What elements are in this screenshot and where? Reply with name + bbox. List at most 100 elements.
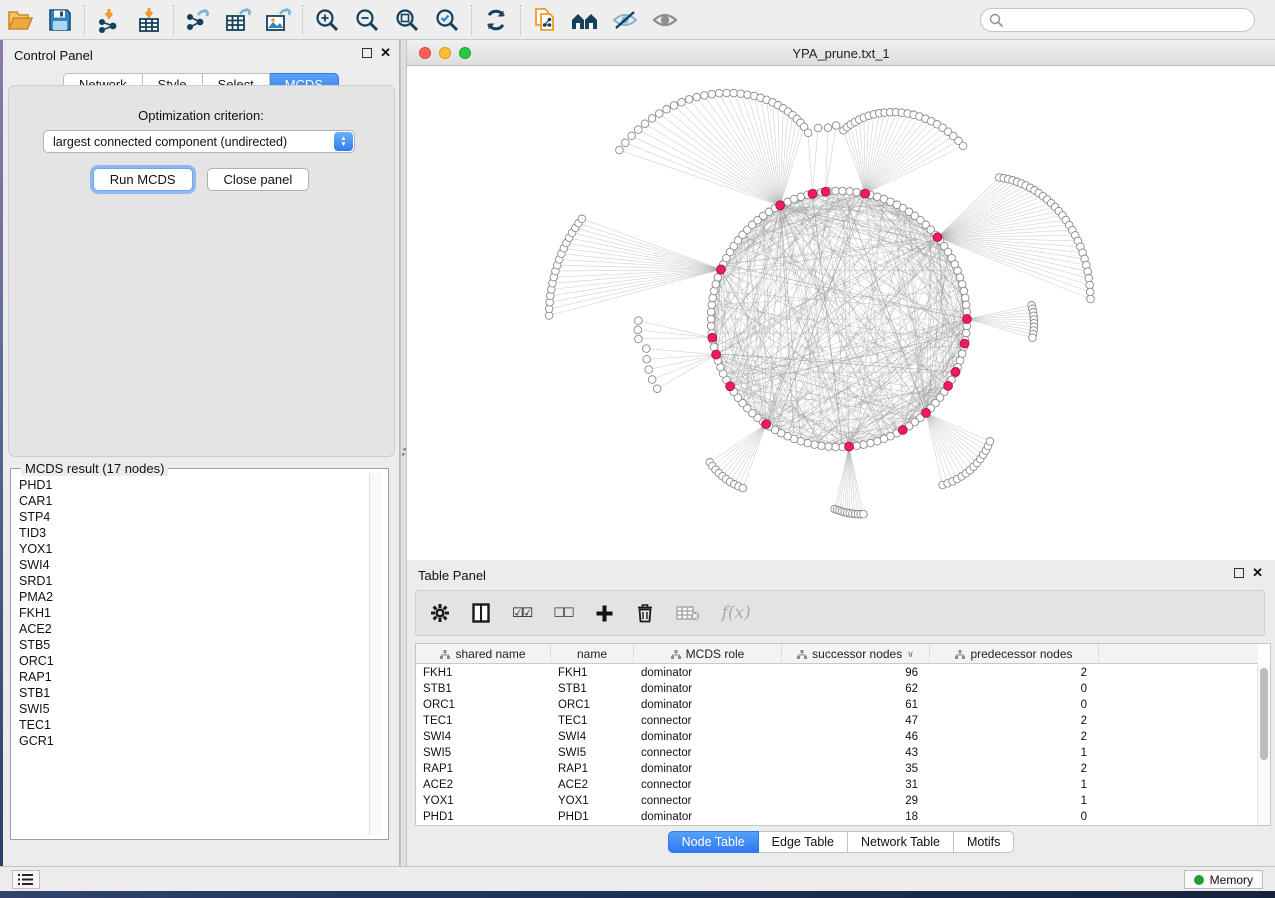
graph-leaf-node[interactable]	[715, 90, 723, 98]
graph-leaf-node[interactable]	[824, 124, 832, 132]
table-row[interactable]: ACE2ACE2connector311	[416, 777, 1258, 793]
table-row[interactable]: SWI4SWI4dominator462	[416, 729, 1258, 745]
graph-hub-node[interactable]	[821, 187, 830, 196]
select-all-rows-icon[interactable]: ☑☑	[512, 605, 531, 621]
close-panel-icon[interactable]: ✕	[380, 48, 391, 58]
mcds-result-item[interactable]: ACE2	[12, 621, 374, 637]
mcds-result-item[interactable]: GCR1	[12, 733, 374, 749]
graph-node[interactable]	[853, 442, 861, 450]
zoom-out-icon[interactable]	[347, 3, 387, 37]
show-log-button[interactable]	[12, 870, 40, 889]
mcds-result-item[interactable]: STB1	[12, 685, 374, 701]
table-row[interactable]: FKH1FKH1dominator962	[416, 665, 1258, 681]
graph-leaf-node[interactable]	[685, 96, 693, 104]
column-header-successor-nodes[interactable]: successor nodes∨	[782, 644, 930, 664]
graph-leaf-node[interactable]	[643, 345, 651, 353]
graph-node[interactable]	[707, 322, 715, 330]
graph-hub-node[interactable]	[944, 382, 953, 391]
column-header-MCDS-role[interactable]: MCDS role	[634, 644, 782, 664]
graph-node[interactable]	[825, 443, 833, 451]
graph-leaf-node[interactable]	[1086, 281, 1094, 289]
graph-leaf-node[interactable]	[648, 376, 656, 384]
function-builder-icon[interactable]: f(x)	[722, 603, 751, 623]
graph-leaf-node[interactable]	[1087, 295, 1095, 303]
export-table-icon[interactable]	[218, 3, 258, 37]
criterion-select[interactable]: largest connected component (undirected)…	[43, 130, 355, 153]
table-row[interactable]: RAP1RAP1dominator352	[416, 761, 1258, 777]
graph-node[interactable]	[962, 329, 970, 337]
graph-leaf-node[interactable]	[622, 139, 630, 147]
column-header-name[interactable]: name	[551, 644, 634, 664]
graph-hub-node[interactable]	[922, 409, 931, 418]
graph-leaf-node[interactable]	[693, 93, 701, 101]
graph-node[interactable]	[832, 443, 840, 451]
graph-hub-node[interactable]	[708, 333, 717, 342]
graph-hub-node[interactable]	[861, 189, 870, 198]
float-table-panel-icon[interactable]	[1234, 568, 1244, 578]
mcds-result-scrollbar[interactable]	[369, 473, 382, 835]
close-panel-button[interactable]: Close panel	[207, 168, 310, 191]
graph-leaf-node[interactable]	[634, 126, 642, 134]
save-session-icon[interactable]	[40, 3, 80, 37]
add-column-icon[interactable]	[595, 604, 614, 623]
float-panel-icon[interactable]	[362, 48, 372, 58]
clone-network-icon[interactable]	[525, 3, 565, 37]
graph-hub-node[interactable]	[762, 420, 771, 429]
mcds-result-item[interactable]: RAP1	[12, 669, 374, 685]
mcds-result-item[interactable]: STP4	[12, 509, 374, 525]
refresh-icon[interactable]	[476, 3, 516, 37]
graph-hub-node[interactable]	[963, 315, 972, 324]
tab-edge-table[interactable]: Edge Table	[759, 831, 848, 853]
graph-leaf-node[interactable]	[634, 326, 642, 334]
delete-column-icon[interactable]	[636, 603, 654, 623]
graph-hub-node[interactable]	[717, 265, 726, 274]
close-table-panel-icon[interactable]: ✕	[1252, 568, 1263, 578]
run-mcds-button[interactable]: Run MCDS	[93, 168, 193, 191]
graph-leaf-node[interactable]	[635, 317, 643, 325]
graph-leaf-node[interactable]	[804, 129, 812, 137]
import-table-icon[interactable]	[129, 3, 169, 37]
graph-node[interactable]	[867, 439, 875, 447]
mcds-result-item[interactable]: STB5	[12, 637, 374, 653]
mcds-result-item[interactable]: ORC1	[12, 653, 374, 669]
memory-button[interactable]: Memory	[1184, 870, 1263, 889]
graph-leaf-node[interactable]	[670, 102, 678, 110]
graph-leaf-node[interactable]	[628, 132, 636, 140]
search-input[interactable]	[980, 8, 1255, 32]
graph-hub-node[interactable]	[845, 442, 854, 451]
zoom-in-icon[interactable]	[307, 3, 347, 37]
graph-leaf-node[interactable]	[653, 385, 661, 393]
show-all-icon[interactable]	[645, 3, 685, 37]
graph-node[interactable]	[860, 441, 868, 449]
mcds-result-item[interactable]: SRD1	[12, 573, 374, 589]
first-neighbors-icon[interactable]	[565, 3, 605, 37]
tab-network-table[interactable]: Network Table	[848, 831, 954, 853]
graph-node[interactable]	[707, 315, 715, 323]
graph-node[interactable]	[708, 301, 716, 309]
deselect-all-rows-icon[interactable]: ☐☐	[553, 605, 572, 621]
network-window-titlebar[interactable]: YPA_prune.txt_1	[407, 40, 1275, 66]
graph-hub-node[interactable]	[898, 426, 907, 435]
graph-leaf-node[interactable]	[701, 92, 709, 100]
import-network-icon[interactable]	[89, 3, 129, 37]
mcds-result-item[interactable]: FKH1	[12, 605, 374, 621]
table-row[interactable]: PHD1PHD1dominator180	[416, 809, 1258, 825]
graph-leaf-node[interactable]	[730, 89, 738, 97]
table-settings-icon[interactable]	[430, 603, 450, 623]
graph-leaf-node[interactable]	[578, 215, 586, 223]
graph-leaf-node[interactable]	[641, 120, 649, 128]
graph-node[interactable]	[960, 287, 968, 295]
graph-leaf-node[interactable]	[645, 366, 653, 374]
graph-hub-node[interactable]	[776, 201, 785, 210]
show-columns-icon[interactable]	[472, 603, 490, 623]
tab-motifs[interactable]: Motifs	[954, 831, 1014, 853]
zoom-fit-icon[interactable]	[387, 3, 427, 37]
mcds-result-item[interactable]: YOX1	[12, 541, 374, 557]
export-network-icon[interactable]	[178, 3, 218, 37]
graph-node[interactable]	[962, 294, 970, 302]
graph-leaf-node[interactable]	[959, 142, 967, 150]
mcds-result-item[interactable]: TEC1	[12, 717, 374, 733]
graph-node[interactable]	[811, 441, 819, 449]
open-session-icon[interactable]	[0, 3, 40, 37]
column-header-shared-name[interactable]: shared name	[416, 644, 551, 664]
